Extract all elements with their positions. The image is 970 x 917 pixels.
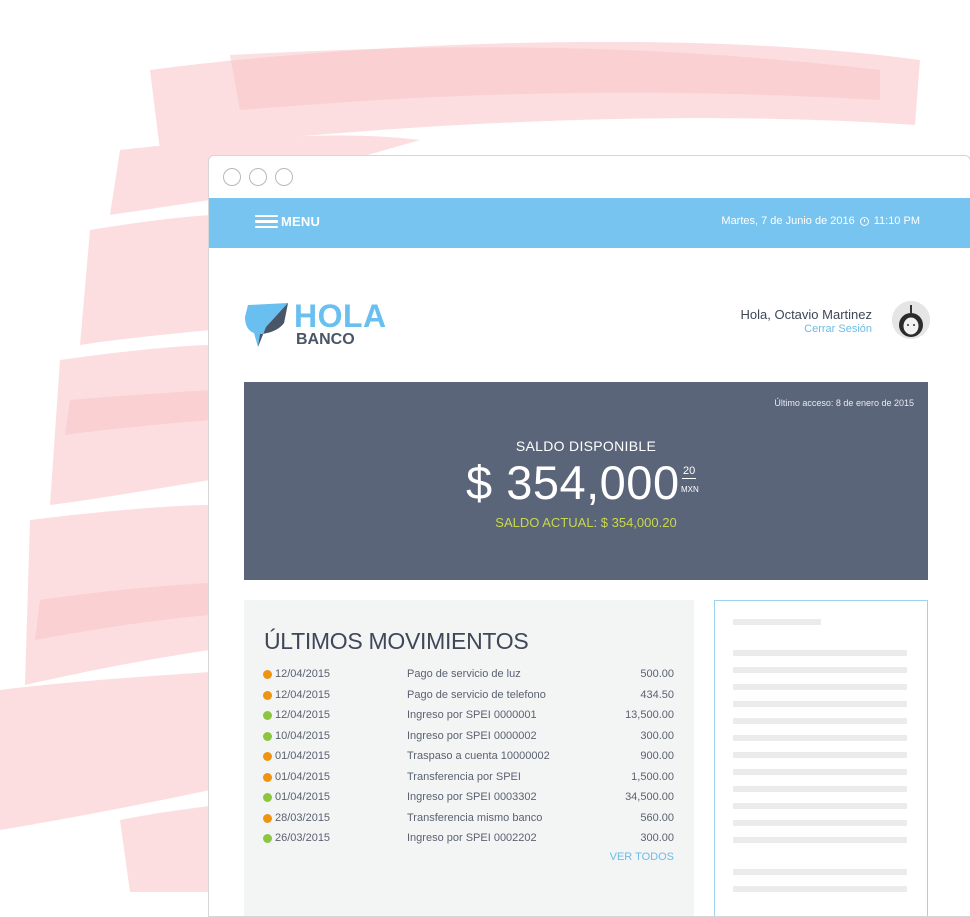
movement-row[interactable]: 01/04/2015 Traspaso a cuenta 10000002 900.… [263,748,674,769]
placeholder-line [733,684,907,690]
balance-card: Último acceso: 8 de enero de 2015 SALDO … [244,382,928,580]
current-datetime: Martes, 7 de Junio de 2016 11:10 PM [721,215,920,227]
browser-window: MENU Martes, 7 de Junio de 2016 11:10 PM… [208,155,970,917]
movement-date: 12/04/2015 [275,668,331,680]
placeholder-line [733,837,907,843]
user-greeting: Hola, Octavio Martinez [740,307,873,322]
placeholder-line [733,886,907,892]
movement-description: Pago de servicio de telefono [407,688,546,701]
view-all-link[interactable]: VER TODOS [610,851,674,863]
placeholder-line [733,769,907,775]
movement-amount: 300.00 [640,729,674,742]
speech-bubble-logo-icon [245,303,288,347]
side-placeholder-panel [714,600,928,916]
status-dot-icon [263,711,272,720]
movement-date: 01/04/2015 [275,750,331,762]
movement-date: 26/03/2015 [275,832,331,844]
balance-amount-main: $ 354,000 [466,456,680,509]
movement-description: Ingreso por SPEI 0002202 [407,832,537,844]
movement-date: 01/04/2015 [275,770,331,783]
movement-date: 12/04/2015 [275,688,331,701]
movement-date: 28/03/2015 [275,811,331,824]
placeholder-line [733,735,907,741]
clock-icon [859,216,869,226]
user-avatar[interactable] [892,301,930,339]
movement-description: Transferencia mismo banco [407,811,543,824]
status-dot-icon [263,752,272,761]
movement-date: 12/04/2015 [275,709,331,721]
available-balance-label: SALDO DISPONIBLE [515,438,657,454]
movement-description: Transferencia por SPEI [407,770,521,783]
movement-amount: 300.00 [640,832,674,844]
current-date: Martes, 7 de Junio de 2016 [721,215,855,227]
movement-description: Ingreso por SPEI 0000001 [407,709,537,721]
status-dot-icon [263,834,272,843]
last-access-text: Último acceso: 8 de enero de 2015 [774,398,914,408]
placeholder-line [733,803,907,809]
movement-description: Traspaso a cuenta 10000002 [407,750,550,762]
movement-row[interactable]: 26/03/2015 Ingreso por SPEI 0002202 300.00 [263,830,674,851]
movement-row[interactable]: 12/04/2015 Ingreso por SPEI 0000001 13,500… [263,707,674,728]
balance-currency: MXN [681,485,699,494]
logo-text-hola: HOLA [294,298,387,334]
logo-text-banco: BANCO [296,331,355,348]
placeholder-line [733,701,907,707]
placeholder-line [733,650,907,656]
placeholder-line [733,786,907,792]
movement-amount: 560.00 [640,811,674,824]
window-controls [223,168,293,186]
movements-title: ÚLTIMOS MOVIMIENTOS [264,628,529,654]
balance-amount-cents: 20 [682,465,697,479]
placeholder-line [733,820,907,826]
menu-label: MENU [281,214,321,229]
movement-description: Ingreso por SPEI 0003302 [407,791,537,803]
menu-button[interactable]: MENU [255,214,320,229]
status-dot-icon [263,670,272,679]
movement-row[interactable]: 12/04/2015 Pago de servicio de telefono 43… [263,687,674,708]
movement-row[interactable]: 01/04/2015 Transferencia por SPEI 1,500.00 [263,769,674,790]
movement-date: 01/04/2015 [275,791,331,803]
movement-amount: 34,500.00 [625,791,674,803]
movement-description: Ingreso por SPEI 0000002 [407,729,537,742]
status-dot-icon [263,731,272,741]
top-navigation-bar: MENU Martes, 7 de Junio de 2016 11:10 PM [209,198,970,248]
user-photo-icon [892,301,930,339]
movement-amount: 1,500.00 [631,770,674,783]
hola-banco-logo[interactable]: HOLA BANCO [244,298,389,351]
placeholder-line [733,869,907,875]
movement-amount: 434.50 [640,688,674,701]
logout-link[interactable]: Cerrar Sesión [804,323,872,335]
window-close-button[interactable] [223,168,241,186]
movement-amount: 900.00 [640,750,674,762]
hamburger-icon [255,214,278,229]
placeholder-heading [733,619,821,625]
placeholder-line [733,752,907,758]
movement-row[interactable]: 01/04/2015 Ingreso por SPEI 0003302 34,500… [263,789,674,810]
window-minimize-button[interactable] [249,168,267,186]
movement-date: 10/04/2015 [275,729,331,742]
window-maximize-button[interactable] [275,168,293,186]
current-time: 11:10 PM [873,215,920,227]
status-dot-icon [263,772,272,782]
movement-row[interactable]: 12/04/2015 Pago de servicio de luz 500.00 [263,666,674,687]
placeholder-line [733,718,907,724]
movement-description: Pago de servicio de luz [407,668,521,680]
movements-list: 12/04/2015 Pago de servicio de luz 500.00 1… [263,666,674,851]
status-dot-icon [263,793,272,802]
movement-row[interactable]: 10/04/2015 Ingreso por SPEI 0000002 300.00 [263,728,674,749]
placeholder-line [733,667,907,673]
movement-amount: 500.00 [640,668,674,680]
status-dot-icon [263,813,272,823]
movement-row[interactable]: 28/03/2015 Transferencia mismo banco 560.0… [263,810,674,831]
current-balance-text: SALDO ACTUAL: $ 354,000.20 [495,515,677,530]
recent-movements-panel: ÚLTIMOS MOVIMIENTOS 12/04/2015 Pago de se… [244,600,694,916]
status-dot-icon [263,690,272,700]
movement-amount: 13,500.00 [625,709,674,721]
